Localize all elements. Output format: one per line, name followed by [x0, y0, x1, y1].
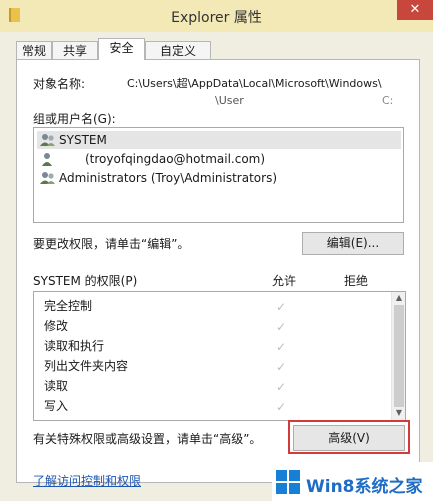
permissions-listbox[interactable]: 完全控制 ✓ 修改 ✓ 读取和执行 ✓ 列出文件夹内容 ✓ 读取 ✓ 写入 ✓ … [33, 291, 406, 421]
groups-listbox[interactable]: SYSTEM (troyofqingdao@hotmail.com) Admin… [33, 127, 404, 223]
allow-header: 允许 [272, 274, 297, 288]
scroll-thumb[interactable] [394, 305, 404, 407]
permission-name: 修改 [44, 319, 69, 333]
list-item-label: (troyofqingdao@hotmail.com) [85, 152, 266, 166]
close-button[interactable]: ✕ [397, 0, 433, 20]
allow-check-icon: ✓ [275, 380, 287, 394]
permission-row: 修改 [44, 316, 68, 336]
allow-check-icon: ✓ [275, 340, 287, 354]
permission-row: 读取 [44, 376, 68, 396]
object-name-value-tail: C: [382, 94, 394, 107]
allow-check-icon: ✓ [275, 360, 287, 374]
permission-row: 列出文件夹内容 [44, 356, 128, 376]
list-item-system[interactable]: SYSTEM [37, 131, 401, 149]
list-item-label: SYSTEM [59, 133, 107, 147]
permission-row: 写入 [44, 396, 68, 416]
list-item-user[interactable]: (troyofqingdao@hotmail.com) [37, 150, 401, 168]
watermark-text: Win8系统之家 [306, 477, 423, 497]
tab-customize[interactable]: 自定义 [145, 41, 211, 59]
users-group-icon [40, 172, 55, 184]
allow-check-icon: ✓ [275, 320, 287, 334]
allow-check-icon: ✓ [275, 400, 287, 414]
permission-row: 读取和执行 [44, 336, 104, 356]
allow-check-icon: ✓ [275, 300, 287, 314]
permission-name: 完全控制 [44, 299, 93, 313]
access-control-link[interactable]: 了解访问控制和权限 [33, 472, 141, 489]
permission-name: 写入 [44, 399, 69, 413]
permission-name: 读取 [44, 379, 69, 393]
title-bar: Explorer 属性 ✕ [0, 0, 433, 32]
watermark: Win8系统之家 [272, 462, 433, 501]
scroll-down-icon[interactable]: ▼ [392, 408, 405, 417]
advanced-hint: 有关特殊权限或高级设置，请单击“高级”。 [33, 432, 262, 446]
object-name-value-line2: \User [215, 94, 244, 107]
deny-header: 拒绝 [344, 274, 369, 288]
edit-hint: 要更改权限，请单击“编辑”。 [33, 237, 190, 251]
permission-row: 完全控制 [44, 296, 92, 316]
list-item-administrators[interactable]: Administrators (Troy\Administrators) [37, 169, 401, 187]
tab-sharing[interactable]: 共享 [52, 41, 98, 59]
permissions-label: SYSTEM 的权限(P) [33, 274, 138, 288]
tab-general[interactable]: 常规 [16, 41, 52, 59]
user-icon [42, 153, 52, 166]
windows-logo-icon [276, 470, 300, 494]
users-group-icon [40, 134, 55, 146]
scroll-up-icon[interactable]: ▲ [392, 293, 405, 302]
edit-button[interactable]: 编辑(E)... [302, 232, 404, 255]
tab-security[interactable]: 安全 [98, 38, 145, 60]
list-item-label: Administrators (Troy\Administrators) [59, 171, 278, 185]
advanced-button-highlight [288, 420, 410, 454]
groups-label: 组或用户名(G): [33, 112, 116, 126]
permission-name: 读取和执行 [44, 339, 105, 353]
permission-name: 列出文件夹内容 [44, 359, 129, 373]
object-name-label: 对象名称: [33, 77, 86, 91]
object-name-value: C:\Users\超\AppData\Local\Microsoft\Windo… [127, 77, 382, 90]
window-title: Explorer 属性 [171, 10, 262, 26]
permissions-scrollbar[interactable]: ▲ ▼ [391, 292, 405, 420]
